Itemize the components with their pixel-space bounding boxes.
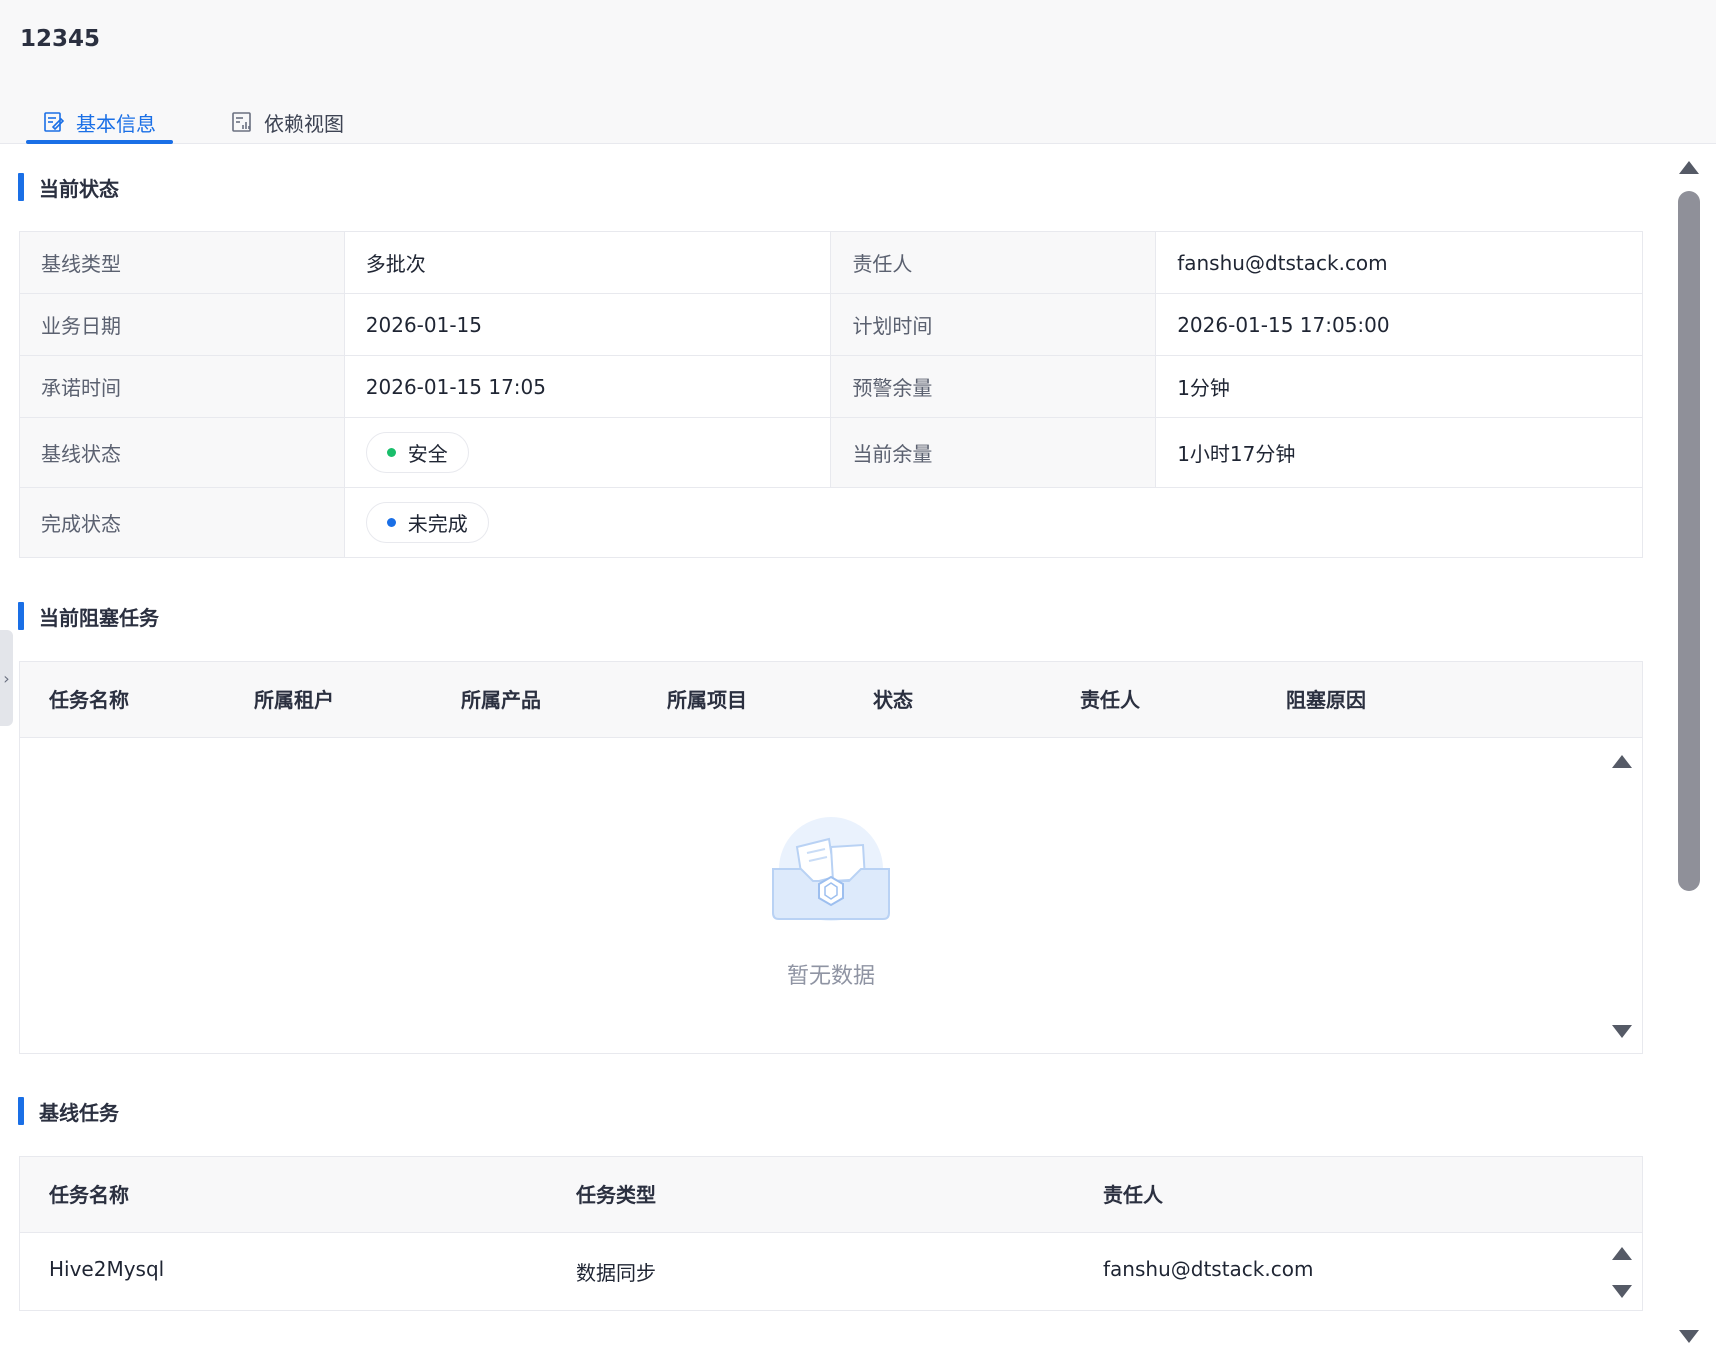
sidebar-expand-toggle[interactable]: › xyxy=(0,630,13,726)
status-badge-safe: 安全 xyxy=(365,432,469,473)
page-header: 12345 基本信息 依赖视图 xyxy=(0,0,1716,144)
info-label: 当前余量 xyxy=(830,417,1157,488)
info-label: 基线类型 xyxy=(19,231,345,294)
section-title-status: 当前状态 xyxy=(18,173,119,201)
info-label: 承诺时间 xyxy=(19,355,345,418)
status-badge-incomplete: 未完成 xyxy=(365,502,489,543)
blocked-tasks-table: 任务名称 所属租户 所属产品 所属项目 状态 责任人 阻塞原因 暂无数据 xyxy=(19,661,1643,1054)
info-label: 计划时间 xyxy=(830,293,1157,356)
scroll-down-arrow[interactable] xyxy=(1612,1025,1632,1038)
status-dot xyxy=(386,448,396,457)
tab-basic-info[interactable]: 基本信息 xyxy=(42,100,156,144)
table-cell: 数据同步 xyxy=(576,1261,656,1285)
status-dot xyxy=(386,518,396,527)
main-scrollbar-thumb[interactable] xyxy=(1678,191,1700,891)
column-header[interactable]: 责任人 xyxy=(1103,1157,1163,1233)
empty-state: 暂无数据 xyxy=(20,817,1642,990)
info-label: 预警余量 xyxy=(830,355,1157,418)
info-value: 2026-01-15 17:05:00 xyxy=(1155,293,1643,356)
info-value: 2026-01-15 xyxy=(343,293,832,356)
active-tab-indicator xyxy=(26,140,173,144)
column-header[interactable]: 所属租户 xyxy=(254,662,334,738)
main-scroll-up-arrow[interactable] xyxy=(1679,161,1699,174)
status-info-table: 基线类型 多批次 责任人 fanshu@dtstack.com 业务日期 202… xyxy=(19,231,1644,558)
page-title: 12345 xyxy=(20,26,101,52)
scroll-up-arrow[interactable] xyxy=(1612,1247,1632,1260)
table-header: 任务名称 任务类型 责任人 xyxy=(20,1157,1642,1233)
info-value: 1分钟 xyxy=(1155,355,1643,418)
table-header: 任务名称 所属租户 所属产品 所属项目 状态 责任人 阻塞原因 xyxy=(20,662,1642,738)
baseline-tasks-table: 任务名称 任务类型 责任人 Hive2Mysql 数据同步 fanshu@dts… xyxy=(19,1156,1643,1311)
info-label: 完成状态 xyxy=(19,487,345,558)
info-label: 责任人 xyxy=(830,231,1157,294)
info-row: 完成状态 未完成 xyxy=(19,487,1644,558)
column-header[interactable]: 任务名称 xyxy=(49,1157,129,1233)
column-header[interactable]: 所属项目 xyxy=(667,662,747,738)
info-label: 基线状态 xyxy=(19,417,345,488)
info-value: 安全 xyxy=(343,417,832,488)
tab-dependency-view[interactable]: 依赖视图 xyxy=(230,100,344,144)
info-value: 未完成 xyxy=(343,487,1644,558)
column-header[interactable]: 状态 xyxy=(873,662,913,738)
tab-label: 依赖视图 xyxy=(264,111,344,136)
badge-label: 安全 xyxy=(407,442,448,466)
section-title-baseline: 基线任务 xyxy=(18,1097,119,1125)
info-value: 多批次 xyxy=(343,231,832,294)
badge-label: 未完成 xyxy=(407,512,468,536)
info-row: 基线状态 安全 当前余量 1小时17分钟 xyxy=(19,417,1643,488)
section-title-blocked: 当前阻塞任务 xyxy=(18,602,159,630)
column-header[interactable]: 所属产品 xyxy=(461,662,541,738)
empty-inbox-icon xyxy=(772,817,890,921)
info-label: 业务日期 xyxy=(19,293,345,356)
column-header[interactable]: 任务类型 xyxy=(576,1157,656,1233)
column-header[interactable]: 阻塞原因 xyxy=(1286,662,1366,738)
info-row: 业务日期 2026-01-15 计划时间 2026-01-15 17:05:00 xyxy=(19,293,1643,356)
chart-doc-icon xyxy=(232,112,251,132)
info-value: 2026-01-15 17:05 xyxy=(343,355,832,418)
scroll-down-arrow[interactable] xyxy=(1612,1285,1632,1298)
empty-text: 暂无数据 xyxy=(786,964,875,989)
main-scroll-down-arrow[interactable] xyxy=(1679,1330,1699,1343)
column-header[interactable]: 责任人 xyxy=(1080,662,1140,738)
info-value: fanshu@dtstack.com xyxy=(1155,231,1643,294)
table-row[interactable]: Hive2Mysql 数据同步 fanshu@dtstack.com xyxy=(20,1233,1642,1310)
chevron-right-icon: › xyxy=(3,668,10,688)
info-value: 1小时17分钟 xyxy=(1155,417,1643,488)
column-header[interactable]: 任务名称 xyxy=(49,662,129,738)
scroll-up-arrow[interactable] xyxy=(1612,755,1632,768)
edit-doc-icon xyxy=(44,112,65,132)
info-row: 基线类型 多批次 责任人 fanshu@dtstack.com xyxy=(19,231,1643,294)
info-row: 承诺时间 2026-01-15 17:05 预警余量 1分钟 xyxy=(19,355,1643,418)
table-cell: fanshu@dtstack.com xyxy=(1103,1257,1314,1281)
tab-label: 基本信息 xyxy=(76,111,156,136)
table-cell: Hive2Mysql xyxy=(49,1257,165,1281)
